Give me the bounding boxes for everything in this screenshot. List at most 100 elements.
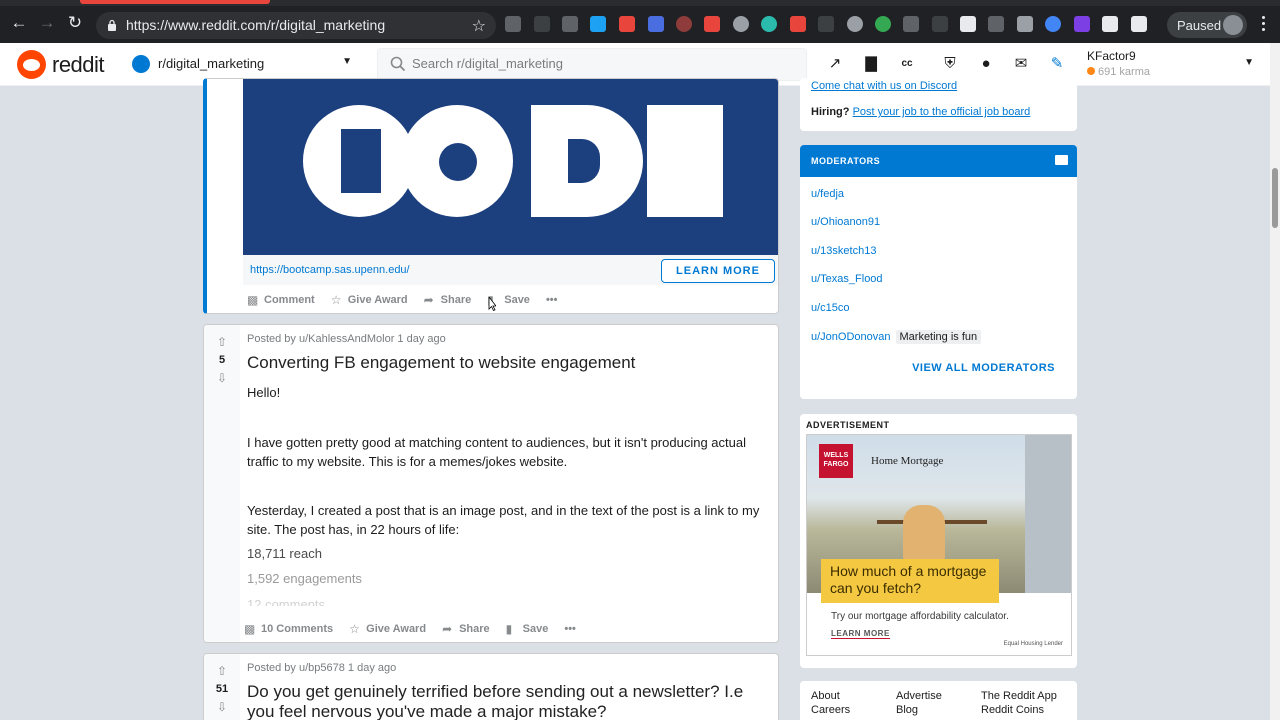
extension-alert-icon[interactable]	[619, 16, 635, 32]
comment-button[interactable]: ▩ Comment	[247, 294, 315, 306]
moderator-link[interactable]: u/Ohioanon91	[811, 216, 880, 228]
advertisement-label: ADVERTISEMENT	[806, 420, 890, 430]
footer-link-careers[interactable]: Careers	[811, 704, 850, 716]
shield-icon[interactable]: ⛨	[941, 55, 959, 73]
active-tab-indicator[interactable]	[80, 0, 270, 4]
discord-link[interactable]: Come chat with us on Discord	[811, 80, 957, 92]
back-arrow-icon[interactable]: ←	[10, 14, 28, 32]
mail-icon[interactable]: ✉	[1012, 55, 1030, 73]
post-card[interactable]: ⇧ 5 ⇩ Posted by u/KahlessAndMolor 1 day …	[203, 324, 779, 643]
message-mods-mail-icon[interactable]	[1055, 155, 1068, 165]
mouse-cursor-icon	[488, 297, 496, 311]
upvote-arrow-icon[interactable]: ⇧	[215, 664, 229, 678]
job-board-link[interactable]: Post your job to the official job board	[853, 106, 1031, 118]
profile-paused-button[interactable]: Paused	[1167, 12, 1247, 38]
promoted-post[interactable]: https://bootcamp.sas.upenn.edu/ LEARN MO…	[203, 78, 779, 314]
give-award-button[interactable]: ☆ Give Award	[331, 294, 408, 306]
extension-react-icon[interactable]	[932, 16, 948, 32]
cc-icon[interactable]: cc	[898, 55, 916, 73]
extension-link-icon[interactable]	[988, 16, 1004, 32]
learn-more-button[interactable]: LEARN MORE	[661, 259, 775, 283]
paused-label: Paused	[1177, 18, 1222, 33]
downvote-arrow-icon[interactable]: ⇩	[215, 700, 229, 714]
save-button[interactable]: ▮ Save	[506, 623, 549, 635]
extension-k-icon[interactable]	[676, 16, 692, 32]
extension-teal-icon[interactable]	[761, 16, 777, 32]
chat-icon[interactable]: ●	[977, 55, 995, 73]
reload-icon[interactable]: ↻	[66, 14, 84, 32]
footer-link-about[interactable]: About	[811, 690, 840, 702]
post-title[interactable]: Do you get genuinely terrified before se…	[247, 682, 772, 720]
moderator-link[interactable]: u/fedja	[811, 188, 844, 200]
comment-icon: ▩	[247, 293, 259, 307]
moderator-link[interactable]: u/Texas_Flood	[811, 273, 883, 285]
award-icon: ☆	[330, 293, 342, 307]
more-options-icon[interactable]: •••	[546, 294, 558, 306]
upvote-arrow-icon[interactable]: ⇧	[215, 335, 229, 349]
extension-badge-icon[interactable]	[790, 16, 806, 32]
more-options-icon[interactable]: •••	[564, 623, 576, 635]
extension-pen-icon[interactable]	[534, 16, 550, 32]
user-menu[interactable]: KFactor9 691 karma ▼	[1080, 47, 1260, 81]
forward-arrow-icon[interactable]: →	[38, 14, 56, 32]
footer-link-blog[interactable]: Blog	[896, 704, 918, 716]
extension-code-icon[interactable]	[505, 16, 521, 32]
extension-twitter-icon[interactable]	[590, 16, 606, 32]
comments-button[interactable]: ▩ 10 Comments	[244, 623, 333, 635]
extension-w-purple-icon[interactable]	[1074, 16, 1090, 32]
extension-red-icon[interactable]	[704, 16, 720, 32]
extension-s-icon[interactable]	[733, 16, 749, 32]
extension-cam-icon[interactable]	[903, 16, 919, 32]
post-meta[interactable]: Posted by u/bp5678 1 day ago	[247, 662, 396, 674]
extension-n-icon[interactable]	[1102, 16, 1118, 32]
browser-menu-icon[interactable]	[1262, 16, 1266, 32]
bookmark-star-icon[interactable]: ☆	[472, 16, 486, 36]
create-post-icon[interactable]: ✎	[1048, 55, 1066, 73]
post-body-paragraph: Yesterday, I created a post that is an i…	[247, 503, 760, 537]
subreddit-selector[interactable]: r/digital_marketing ▼	[130, 48, 358, 80]
downvote-arrow-icon[interactable]: ⇩	[215, 371, 229, 385]
share-button[interactable]: ➦ Share	[442, 623, 490, 635]
stats-icon[interactable]: ▇	[862, 55, 880, 73]
extension-circle-icon[interactable]	[847, 16, 863, 32]
extension-camera-icon[interactable]	[1017, 16, 1033, 32]
browser-toolbar: ← → ↻ https://www.reddit.com/r/digital_m…	[0, 0, 1280, 43]
extension-c-icon[interactable]	[1045, 16, 1061, 32]
trending-icon[interactable]: ↗	[826, 55, 844, 73]
moderators-card: MODERATORS u/fedja u/Ohioanon91 u/13sket…	[800, 145, 1077, 399]
search-box[interactable]	[377, 48, 807, 81]
moderator-link[interactable]: u/c15co	[811, 302, 850, 314]
post-title[interactable]: Converting FB engagement to website enga…	[247, 353, 772, 373]
extension-doc-icon[interactable]	[960, 16, 976, 32]
ad-footer: Equal Housing Lender	[1003, 641, 1063, 647]
page-scrollbar-track[interactable]	[1270, 43, 1280, 720]
view-all-moderators-button[interactable]: VIEW ALL MODERATORS	[912, 362, 1055, 374]
extension-w-icon[interactable]	[1131, 16, 1147, 32]
ad-learn-more[interactable]: LEARN MORE	[831, 629, 890, 639]
extension-green-icon[interactable]	[875, 16, 891, 32]
extension-m-icon[interactable]	[562, 16, 578, 32]
page-scrollbar-thumb[interactable]	[1272, 168, 1278, 228]
share-button[interactable]: ➦ Share	[424, 294, 472, 306]
wells-fargo-logo: WELLS FARGO	[819, 444, 853, 478]
address-bar[interactable]: https://www.reddit.com/r/digital_marketi…	[96, 12, 496, 39]
username: KFactor9	[1087, 49, 1136, 63]
post-meta[interactable]: Posted by u/KahlessAndMolor 1 day ago	[247, 333, 446, 345]
footer-link-coins[interactable]: Reddit Coins	[981, 704, 1044, 716]
reddit-wordmark[interactable]: reddit	[52, 52, 105, 78]
footer-link-advertise[interactable]: Advertise	[896, 690, 942, 702]
ad-link[interactable]: https://bootcamp.sas.upenn.edu/	[250, 264, 410, 276]
extension-y-icon[interactable]	[818, 16, 834, 32]
post-image[interactable]	[243, 79, 778, 255]
url-text: https://www.reddit.com/r/digital_marketi…	[126, 17, 386, 33]
search-input[interactable]	[412, 56, 792, 71]
footer-link-app[interactable]: The Reddit App	[981, 690, 1057, 702]
give-award-button[interactable]: ☆ Give Award	[349, 623, 426, 635]
ad-banner[interactable]: WELLS FARGO Home Mortgage How much of a …	[806, 434, 1072, 656]
moderator-link[interactable]: u/JonODonovan	[811, 331, 891, 343]
moderator-link[interactable]: u/13sketch13	[811, 245, 876, 257]
karma-icon	[1087, 67, 1095, 75]
extension-grid-icon[interactable]	[648, 16, 664, 32]
post-card[interactable]: ⇧ 51 ⇩ Posted by u/bp5678 1 day ago Do y…	[203, 653, 779, 720]
reddit-logo-icon[interactable]	[17, 50, 46, 79]
